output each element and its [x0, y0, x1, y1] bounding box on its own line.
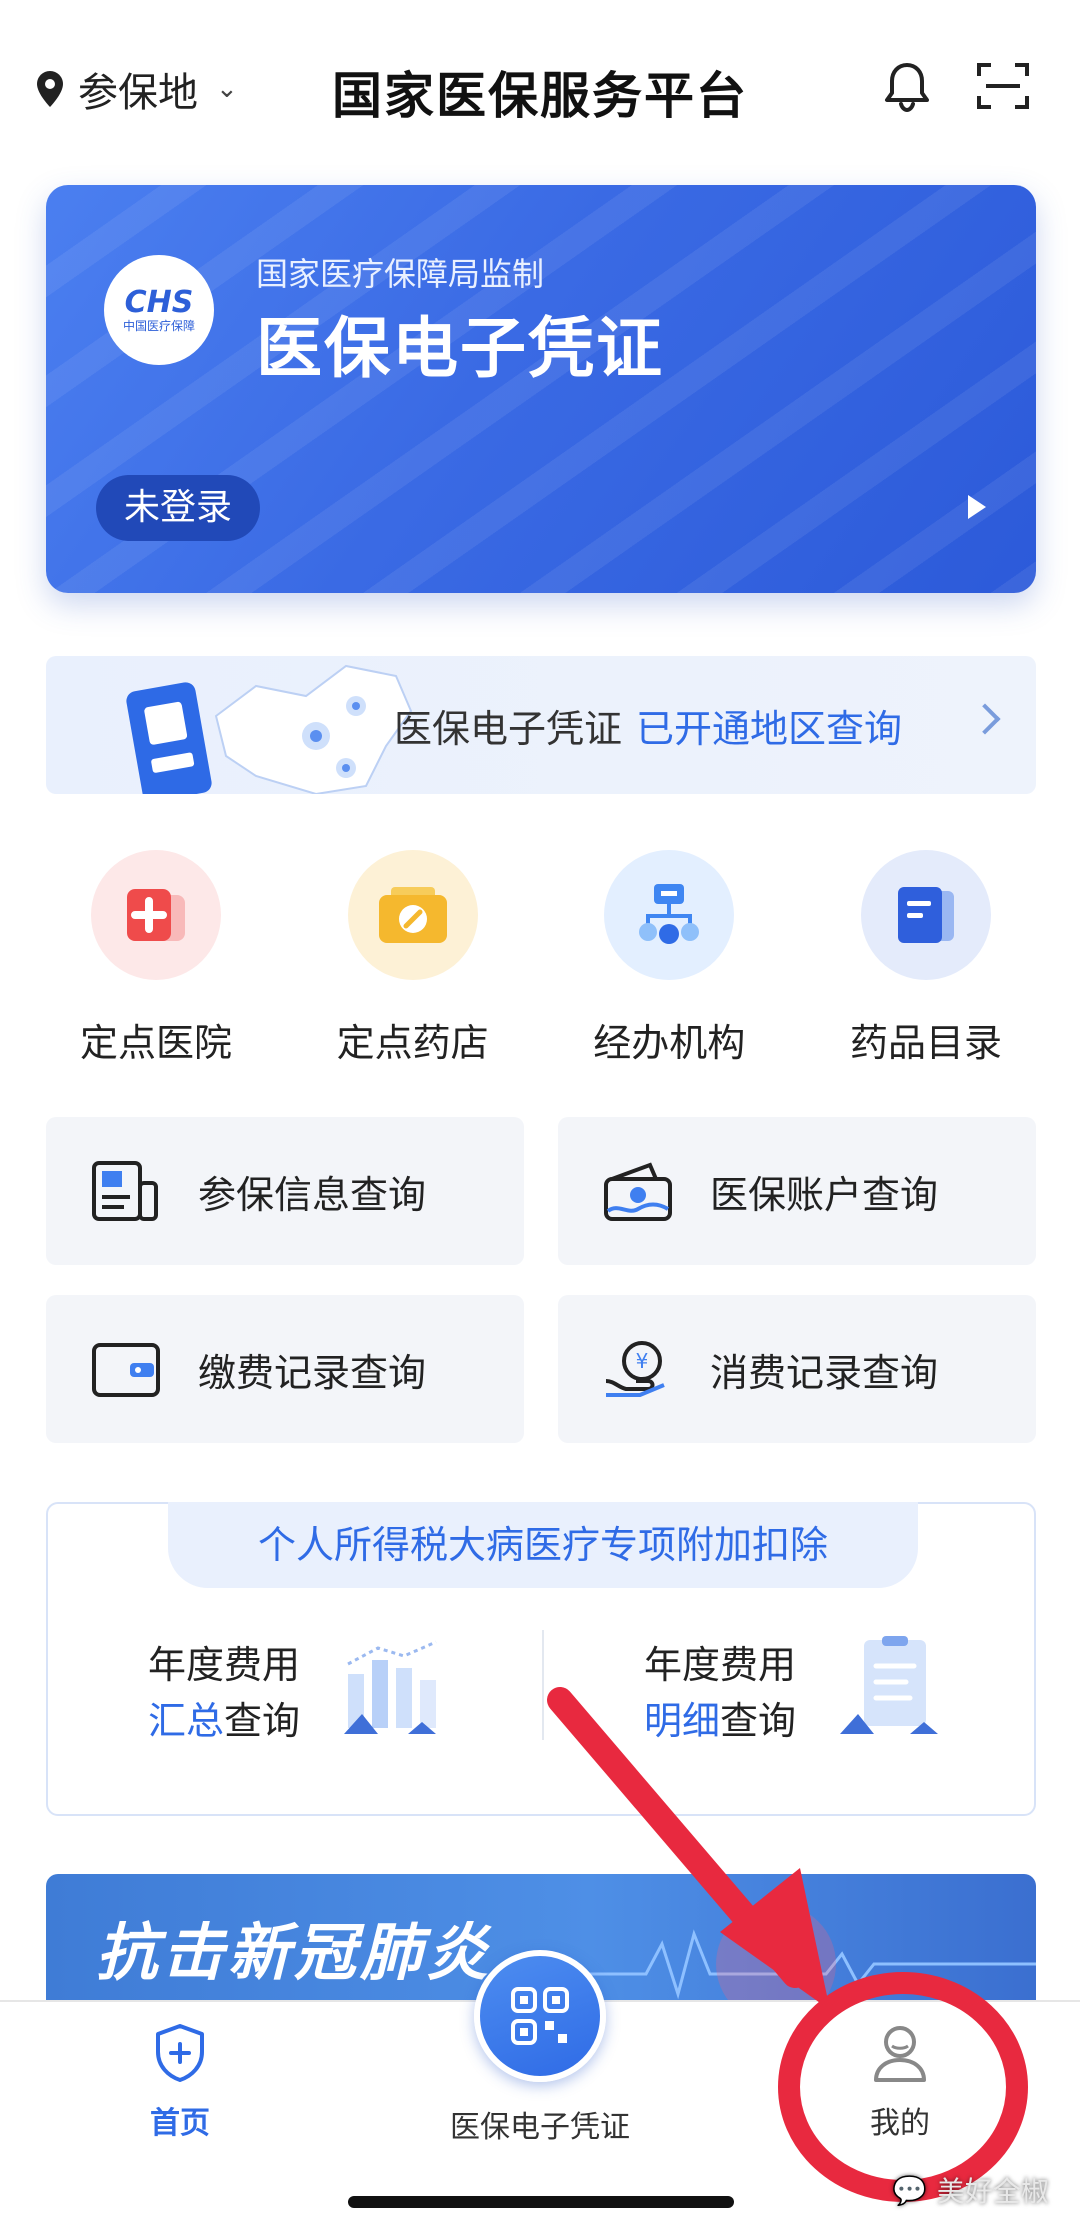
summary-query-label: 汇总查询	[148, 1690, 300, 1745]
covid-banner-text: 抗击新冠肺炎	[96, 1916, 493, 1989]
chat-bubble-icon: 💬	[892, 2173, 927, 2207]
watermark-text: 美好全椒	[936, 2175, 1049, 2208]
tile-account[interactable]: 医保账户查询	[558, 1117, 1036, 1265]
login-status-badge[interactable]: 未登录	[96, 475, 261, 541]
top-bar: 参保地 ⌄ 国家医保服务平台	[0, 0, 1080, 170]
annual-cost-detail[interactable]: 年度费用 明细查询	[544, 1634, 944, 1754]
tile-insurance-info[interactable]: 参保信息查询	[46, 1117, 524, 1265]
summary-highlight: 汇总	[148, 1699, 225, 1743]
query-word: 查询	[224, 1699, 301, 1743]
tax-deduction-panel: 个人所得税大病医疗专项附加扣除 年度费用 汇总查询 年度费用 明细查询	[46, 1502, 1036, 1816]
quick-item-label: 定点药店	[336, 1021, 489, 1065]
scan-icon[interactable]	[976, 60, 1030, 112]
shield-plus-icon	[156, 2024, 204, 2082]
annual-cost-label: 年度费用	[644, 1643, 797, 1687]
quick-access-row: 定点医院 定点药店 经办机构 药品目录	[46, 850, 1036, 1070]
pharmacy-icon	[347, 850, 478, 980]
detail-query-label: 明细查询	[644, 1690, 796, 1745]
annual-cost-summary[interactable]: 年度费用 汇总查询	[48, 1634, 448, 1754]
region-banner-label: 医保电子凭证	[394, 707, 623, 751]
quick-item-label: 定点医院	[79, 1021, 232, 1065]
query-word: 查询	[720, 1699, 797, 1743]
china-map-illustration	[214, 664, 413, 794]
nav-me-label: 我的	[870, 2106, 930, 2141]
quick-item-label: 经办机构	[593, 1021, 746, 1065]
qr-code-icon	[143, 701, 188, 746]
annual-cost-label: 年度费用	[148, 1643, 301, 1687]
logo-text: CHS	[124, 285, 194, 320]
bar-chart-icon	[344, 1640, 437, 1734]
phone-bar	[150, 752, 195, 774]
region-banner-link[interactable]: 已开通地区查询	[636, 707, 902, 751]
nav-me[interactable]: 我的	[840, 2022, 960, 2142]
qr-code-icon	[511, 1987, 569, 2045]
card-title: 医保电子凭证	[256, 310, 664, 387]
card-subtitle: 国家医疗保障局监制	[256, 255, 545, 293]
logo-subtext: 中国医疗保障	[122, 319, 195, 333]
quick-item-drug-catalog[interactable]: 药品目录	[816, 850, 1036, 1070]
insurance-info-icon	[92, 1161, 158, 1221]
region-query-banner[interactable]: 医保电子凭证 已开通地区查询	[46, 656, 1036, 794]
nav-evoucher-button[interactable]	[474, 1950, 606, 2082]
quick-item-pharmacy[interactable]: 定点药店	[303, 850, 523, 1070]
tile-consumption-record[interactable]: ¥ 消费记录查询	[558, 1295, 1036, 1443]
chevron-right-icon[interactable]	[969, 703, 1001, 735]
tile-label: 医保账户查询	[710, 1172, 939, 1217]
chs-logo: CHS 中国医疗保障	[104, 255, 214, 365]
clipboard-icon	[840, 1636, 938, 1734]
hospital-icon	[91, 850, 221, 980]
tile-payment-record[interactable]: 缴费记录查询	[46, 1295, 524, 1443]
evoucher-card[interactable]: CHS 中国医疗保障 国家医疗保障局监制 医保电子凭证 未登录	[46, 185, 1036, 593]
home-indicator[interactable]	[348, 2196, 734, 2208]
wallet-icon	[92, 1343, 160, 1397]
detail-highlight: 明细	[644, 1699, 721, 1743]
quick-item-label: 药品目录	[849, 1021, 1002, 1065]
account-icon	[604, 1162, 672, 1221]
svg-text:¥: ¥	[636, 1349, 649, 1373]
drug-catalog-icon	[860, 850, 991, 980]
tile-label: 缴费记录查询	[198, 1350, 427, 1395]
agency-icon	[604, 850, 735, 980]
consumption-icon: ¥	[605, 1341, 665, 1397]
source-watermark: 💬 美好全椒	[892, 2170, 1049, 2210]
play-arrow-icon[interactable]	[968, 495, 986, 519]
query-tiles: 参保信息查询 医保账户查询 缴费记录查询 ¥ 消费记录查询	[46, 1117, 1036, 1443]
tax-panel-header: 个人所得税大病医疗专项附加扣除	[168, 1502, 918, 1588]
quick-item-hospital[interactable]: 定点医院	[46, 850, 266, 1070]
quick-item-agency[interactable]: 经办机构	[559, 850, 779, 1070]
user-icon	[874, 2026, 926, 2082]
tile-label: 参保信息查询	[198, 1172, 427, 1217]
heartbeat-illustration	[566, 1904, 1036, 2004]
tile-label: 消费记录查询	[710, 1350, 939, 1395]
bell-icon[interactable]	[882, 60, 932, 112]
region-banner-text: 医保电子凭证 已开通地区查询	[394, 698, 902, 753]
